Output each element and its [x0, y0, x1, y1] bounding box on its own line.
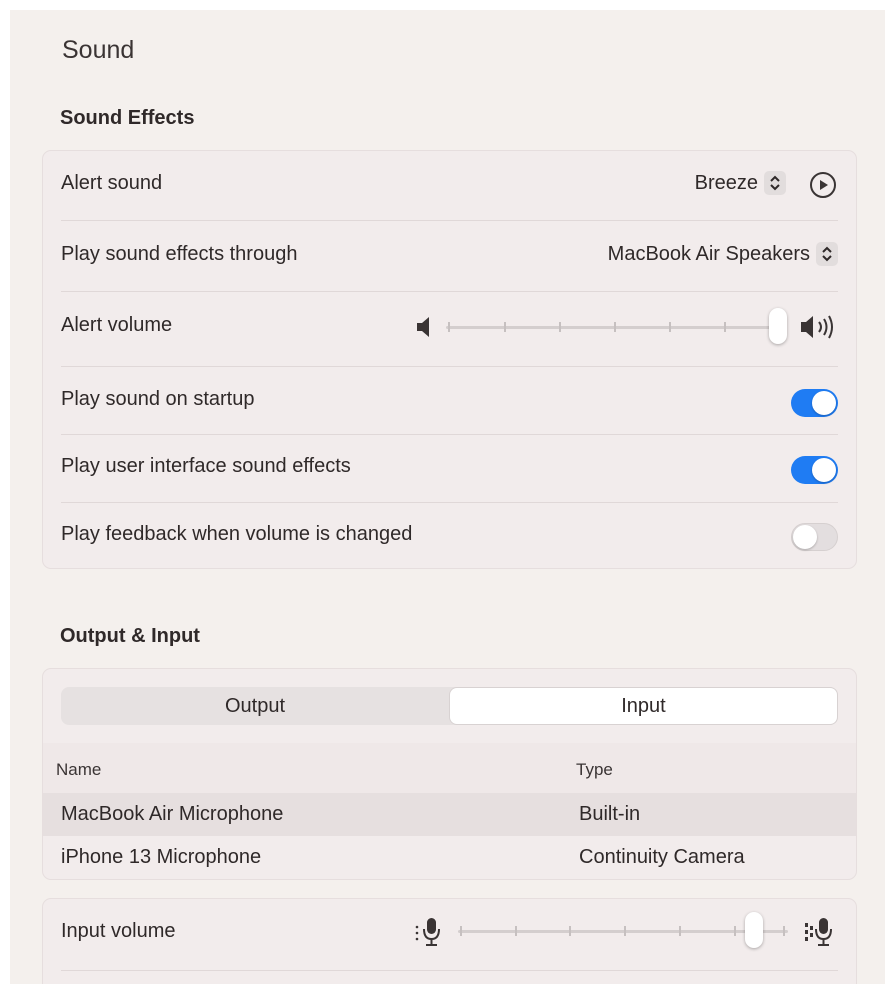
chevron-up-down-icon — [816, 242, 838, 266]
device-name: MacBook Air Microphone — [61, 803, 284, 825]
speaker-high-icon — [801, 315, 833, 339]
output-input-card: Output Input Name Type MacBook Air Micro… — [42, 668, 857, 880]
input-volume-row: Input volume — [61, 899, 838, 971]
input-volume-card: Input volume — [42, 898, 857, 984]
alert-volume-row: Alert volume — [61, 292, 838, 367]
feedback-row: Play feedback when volume is changed — [61, 503, 838, 569]
column-name-header[interactable]: Name — [56, 760, 101, 780]
play-through-row: Play sound effects through MacBook Air S… — [61, 221, 838, 292]
column-type-header[interactable]: Type — [576, 760, 613, 780]
alert-sound-value: Breeze — [694, 171, 758, 194]
ui-sounds-label: Play user interface sound effects — [61, 455, 351, 477]
tab-input[interactable]: Input — [450, 688, 837, 724]
table-row[interactable]: iPhone 13 Microphone Continuity Camera — [43, 836, 856, 879]
microphone-low-icon — [415, 918, 440, 946]
microphone-high-icon — [805, 918, 832, 946]
startup-label: Play sound on startup — [61, 388, 255, 410]
feedback-toggle[interactable] — [791, 523, 838, 551]
sound-effects-card: Alert sound Breeze Play sound effects th… — [42, 150, 857, 569]
alert-sound-popup[interactable]: Breeze — [695, 171, 786, 195]
startup-toggle[interactable] — [791, 389, 838, 417]
tab-output[interactable]: Output — [61, 687, 449, 725]
input-volume-label: Input volume — [61, 920, 176, 942]
device-name: iPhone 13 Microphone — [61, 846, 262, 868]
output-input-segmented-control: Output Input — [61, 687, 838, 725]
play-circle-icon[interactable] — [808, 170, 838, 200]
page-title: Sound — [62, 36, 135, 64]
table-row[interactable]: MacBook Air Microphone Built-in — [43, 793, 856, 836]
ui-sounds-row: Play user interface sound effects — [61, 435, 838, 503]
play-through-value: MacBook Air Speakers — [607, 242, 810, 265]
chevron-up-down-icon — [764, 171, 786, 195]
alert-sound-label: Alert sound — [61, 172, 163, 194]
alert-sound-row: Alert sound Breeze — [61, 151, 838, 221]
play-through-popup[interactable]: MacBook Air Speakers — [608, 242, 838, 266]
input-volume-thumb[interactable] — [745, 912, 763, 948]
device-type: Continuity Camera — [579, 846, 745, 868]
feedback-label: Play feedback when volume is changed — [61, 523, 413, 545]
output-input-heading: Output & Input — [60, 625, 200, 647]
alert-volume-slider[interactable] — [446, 306, 787, 350]
sound-effects-heading: Sound Effects — [60, 107, 195, 129]
ui-sounds-toggle[interactable] — [791, 456, 838, 484]
alert-volume-label: Alert volume — [61, 314, 173, 336]
play-through-label: Play sound effects through — [61, 243, 298, 265]
startup-row: Play sound on startup — [61, 367, 838, 435]
sound-settings-window: Sound Sound Effects Alert sound Breeze P… — [10, 10, 885, 984]
device-type: Built-in — [579, 803, 641, 825]
alert-volume-thumb[interactable] — [769, 308, 787, 344]
input-volume-slider[interactable] — [458, 910, 788, 954]
speaker-low-icon — [417, 317, 429, 337]
device-table-header: Name Type — [43, 743, 856, 793]
